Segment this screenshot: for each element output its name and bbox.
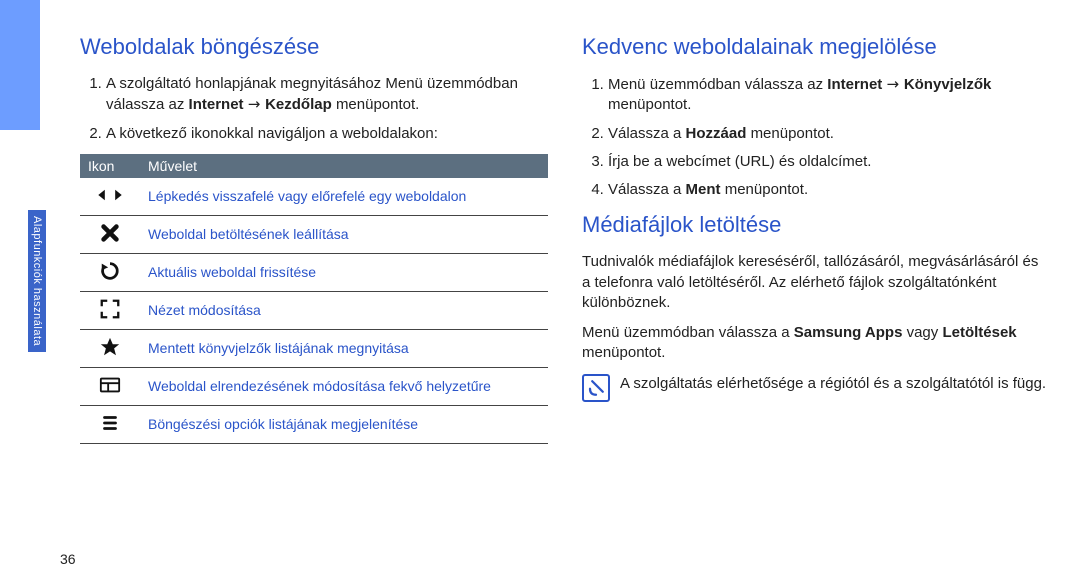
browse-step-1: A szolgáltató honlapjának megnyitásához …	[106, 74, 548, 116]
left-thumb-bar	[0, 0, 40, 130]
table-row: Lépkedés visszafelé vagy előrefelé egy w…	[80, 178, 548, 216]
table-row: Böngészési opciók listájának megjeleníté…	[80, 405, 548, 443]
section-tab: Alapfunkciók használata	[28, 210, 46, 352]
bm-step-4: Válassza a Ment menüpontot.	[608, 180, 1050, 200]
page-number: 36	[60, 551, 76, 567]
note-text: A szolgáltatás elérhetősége a régiótól é…	[620, 374, 1046, 394]
bookmark-steps: Menü üzemmódban válassza az Internet → K…	[582, 74, 1050, 200]
layout-icon	[80, 367, 140, 405]
bm-step-2: Válassza a Hozzáad menüpontot.	[608, 124, 1050, 144]
manual-page: Alapfunkciók használata Weboldalak böngé…	[0, 0, 1080, 585]
list-icon	[80, 405, 140, 443]
th-op: Művelet	[140, 154, 548, 178]
note: A szolgáltatás elérhetősége a régiótól é…	[582, 374, 1050, 402]
heading-media: Médiafájlok letöltése	[582, 212, 1050, 238]
kw-internet: Internet	[189, 96, 244, 113]
browse-step-2: A következő ikonokkal navigáljon a webol…	[106, 124, 548, 144]
stop-icon	[80, 215, 140, 253]
media-desc: Tudnivalók médiafájlok kereséséről, tall…	[582, 252, 1050, 313]
nav-arrows-icon	[80, 178, 140, 216]
left-column: Weboldalak böngészése A szolgáltató honl…	[80, 34, 548, 565]
table-row: Nézet módosítása	[80, 291, 548, 329]
table-row: Weboldal betöltésének leállítása	[80, 215, 548, 253]
browser-icon-table: Ikon Művelet Lépkedés visszafelé vagy el…	[80, 154, 548, 444]
th-icon: Ikon	[80, 154, 140, 178]
bm-step-3: Írja be a webcímet (URL) és oldalcímet.	[608, 152, 1050, 172]
table-row: Weboldal elrendezésének módosítása fekvő…	[80, 367, 548, 405]
right-column: Kedvenc weboldalainak megjelölése Menü ü…	[582, 34, 1050, 565]
expand-icon	[80, 291, 140, 329]
refresh-icon	[80, 253, 140, 291]
table-row: Aktuális weboldal frissítése	[80, 253, 548, 291]
table-row: Mentett könyvjelzők listájának megnyitás…	[80, 329, 548, 367]
kw-homepage: Kezdőlap	[265, 96, 332, 113]
browse-steps: A szolgáltató honlapjának megnyitásához …	[80, 74, 548, 144]
note-icon	[582, 374, 610, 402]
media-instruction: Menü üzemmódban válassza a Samsung Apps …	[582, 323, 1050, 364]
heading-browse: Weboldalak böngészése	[80, 34, 548, 60]
bm-step-1: Menü üzemmódban válassza az Internet → K…	[608, 74, 1050, 116]
heading-bookmark: Kedvenc weboldalainak megjelölése	[582, 34, 1050, 60]
page-content: Weboldalak böngészése A szolgáltató honl…	[0, 0, 1080, 585]
star-icon	[80, 329, 140, 367]
